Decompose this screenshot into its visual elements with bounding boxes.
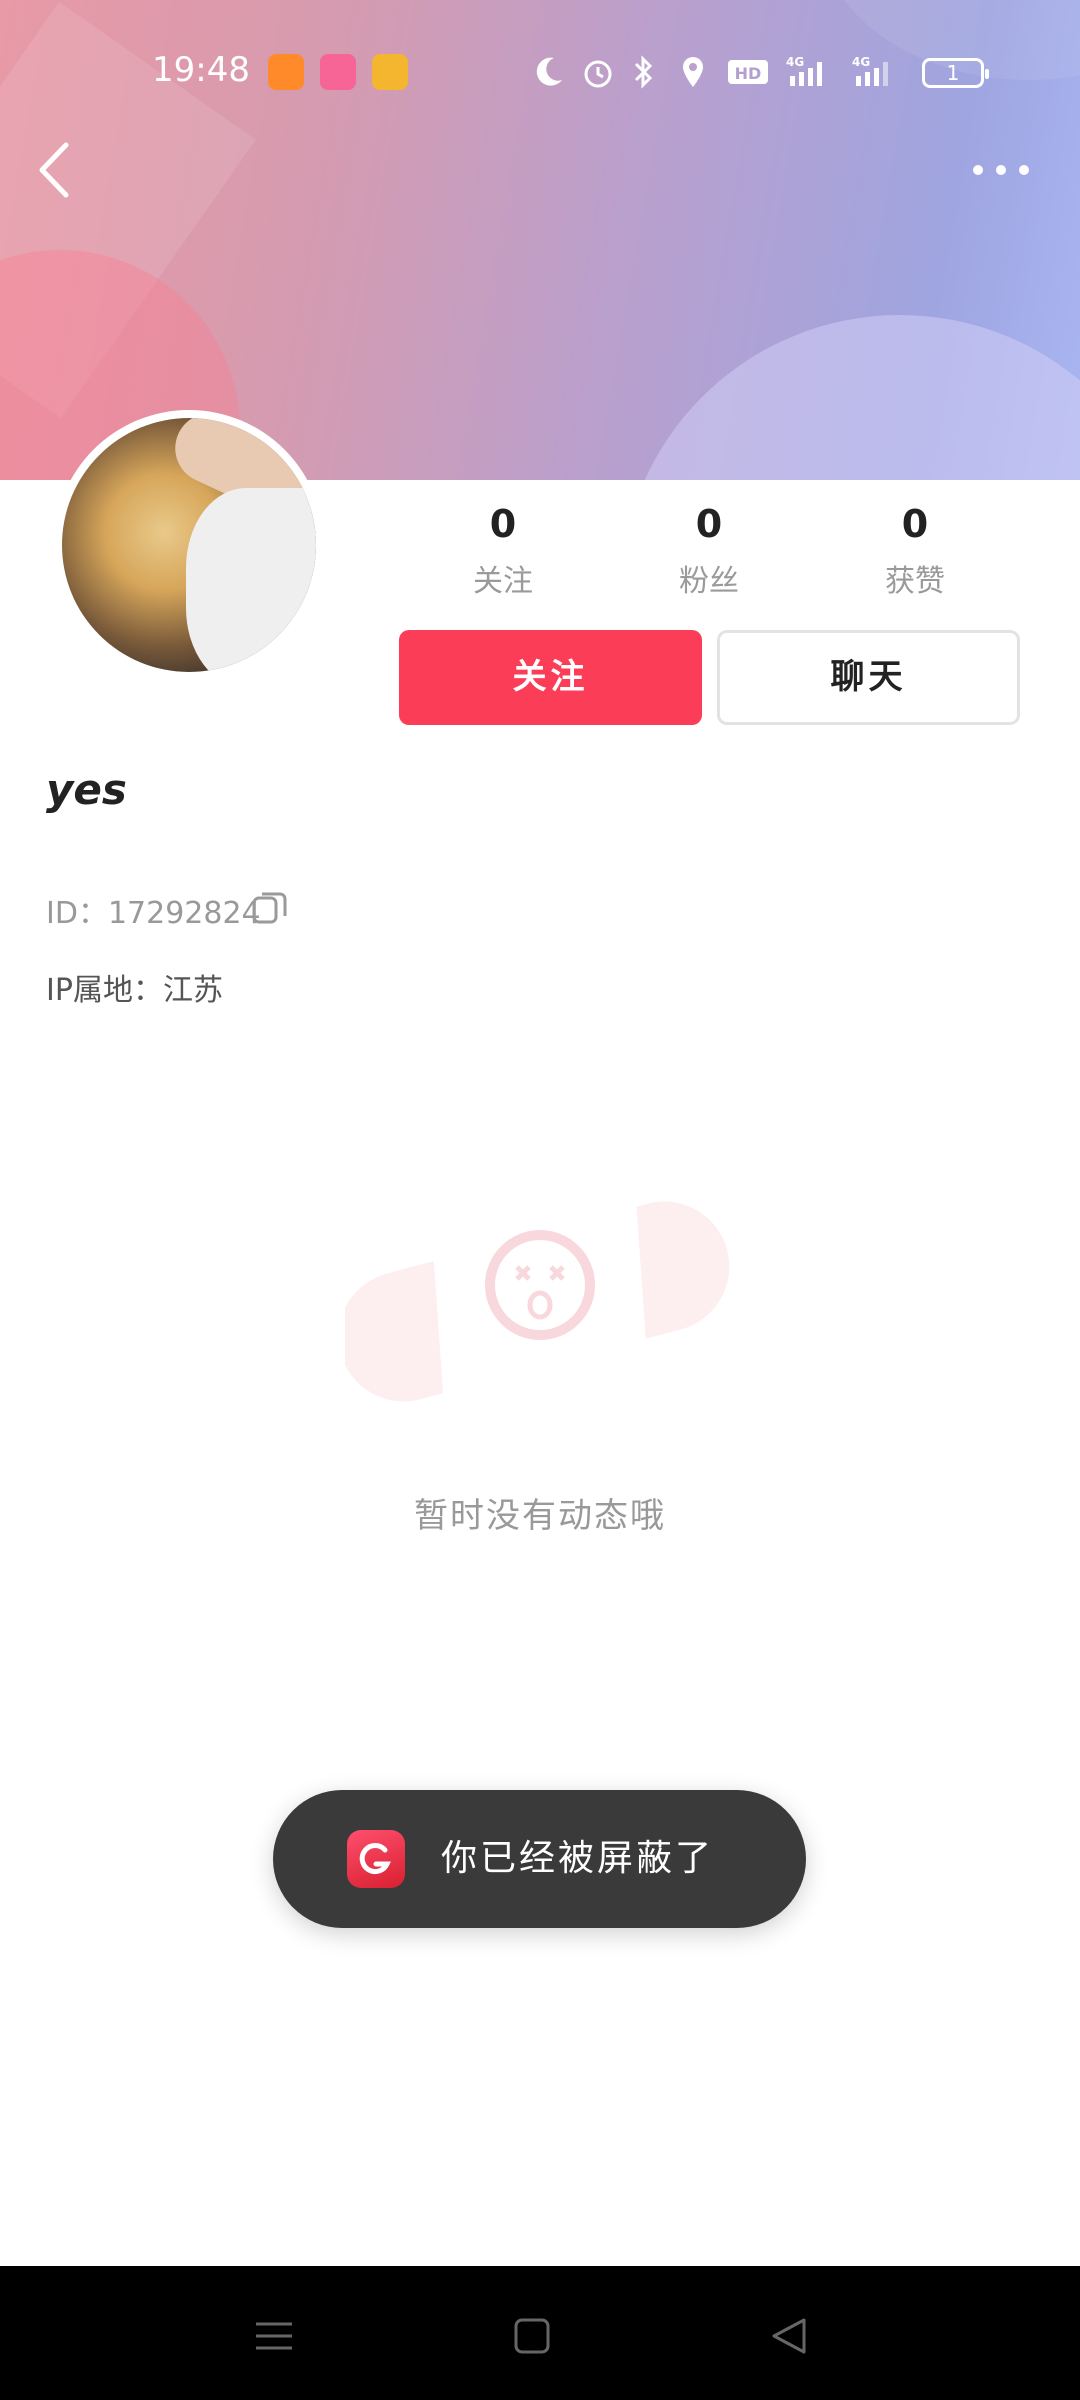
signal-4g-icon-2: 4G [852,54,902,90]
app-logo-icon [347,1830,405,1888]
back-nav-button[interactable] [760,2306,820,2366]
stat-fans-label: 粉丝 [679,564,739,599]
copy-id-button[interactable] [250,888,290,928]
svg-text:HD: HD [735,64,762,83]
hd-icon: HD [726,54,770,90]
stat-following[interactable]: 0 关注 [423,502,583,600]
bluetooth-icon [628,54,658,90]
avatar-image [62,418,316,672]
empty-state-illustration [338,1185,735,1425]
weibo-app-icon [372,54,408,90]
bilibili-app-icon [320,54,356,90]
ip-location: IP属地：江苏 [46,965,223,1009]
recent-apps-button[interactable] [244,2306,304,2366]
status-bar: 19:48 HD 4G 4G 1 [0,40,1080,104]
menu-icon [256,2322,292,2350]
stat-likes-count: 0 [901,502,929,546]
empty-state-message: 暂时没有动态哦 [414,1496,666,1536]
stat-likes-label: 获赞 [885,564,945,599]
battery-icon: 1 [922,58,989,88]
stat-fans[interactable]: 0 粉丝 [629,502,789,600]
user-id: ID：17292824 [46,888,261,932]
user-id-label: ID： [46,896,108,931]
ip-location-value: 江苏 [162,973,223,1008]
location-icon [678,54,708,90]
status-time: 19:48 [152,50,250,90]
username: yes [46,765,127,814]
svg-text:4G: 4G [852,55,870,69]
follow-button[interactable]: 关注 [399,630,702,725]
chat-button[interactable]: 聊天 [717,630,1020,725]
signal-4g-icon: 4G [786,54,836,90]
copy-icon [252,892,287,924]
stat-likes[interactable]: 0 获赞 [835,502,995,600]
more-dots-icon [973,165,1029,175]
home-button[interactable] [502,2306,562,2366]
notification-app-icon [268,54,304,90]
stat-following-label: 关注 [473,564,533,599]
home-square-icon [514,2318,550,2354]
moon-icon [532,54,566,90]
toast: 你已经被屏蔽了 [273,1790,806,1928]
stat-following-count: 0 [489,502,517,546]
alarm-icon [580,54,616,90]
stat-fans-count: 0 [695,502,723,546]
toast-message: 你已经被屏蔽了 [441,1838,715,1879]
ip-location-label: IP属地： [46,973,163,1008]
more-options-button[interactable] [966,150,1036,190]
svg-text:4G: 4G [786,55,804,69]
chevron-left-icon [39,142,69,198]
avatar[interactable] [54,410,324,680]
system-nav-bar [0,2266,1080,2400]
back-button[interactable] [30,135,80,205]
triangle-back-icon [772,2318,806,2354]
user-id-value: 17292824 [107,896,261,931]
